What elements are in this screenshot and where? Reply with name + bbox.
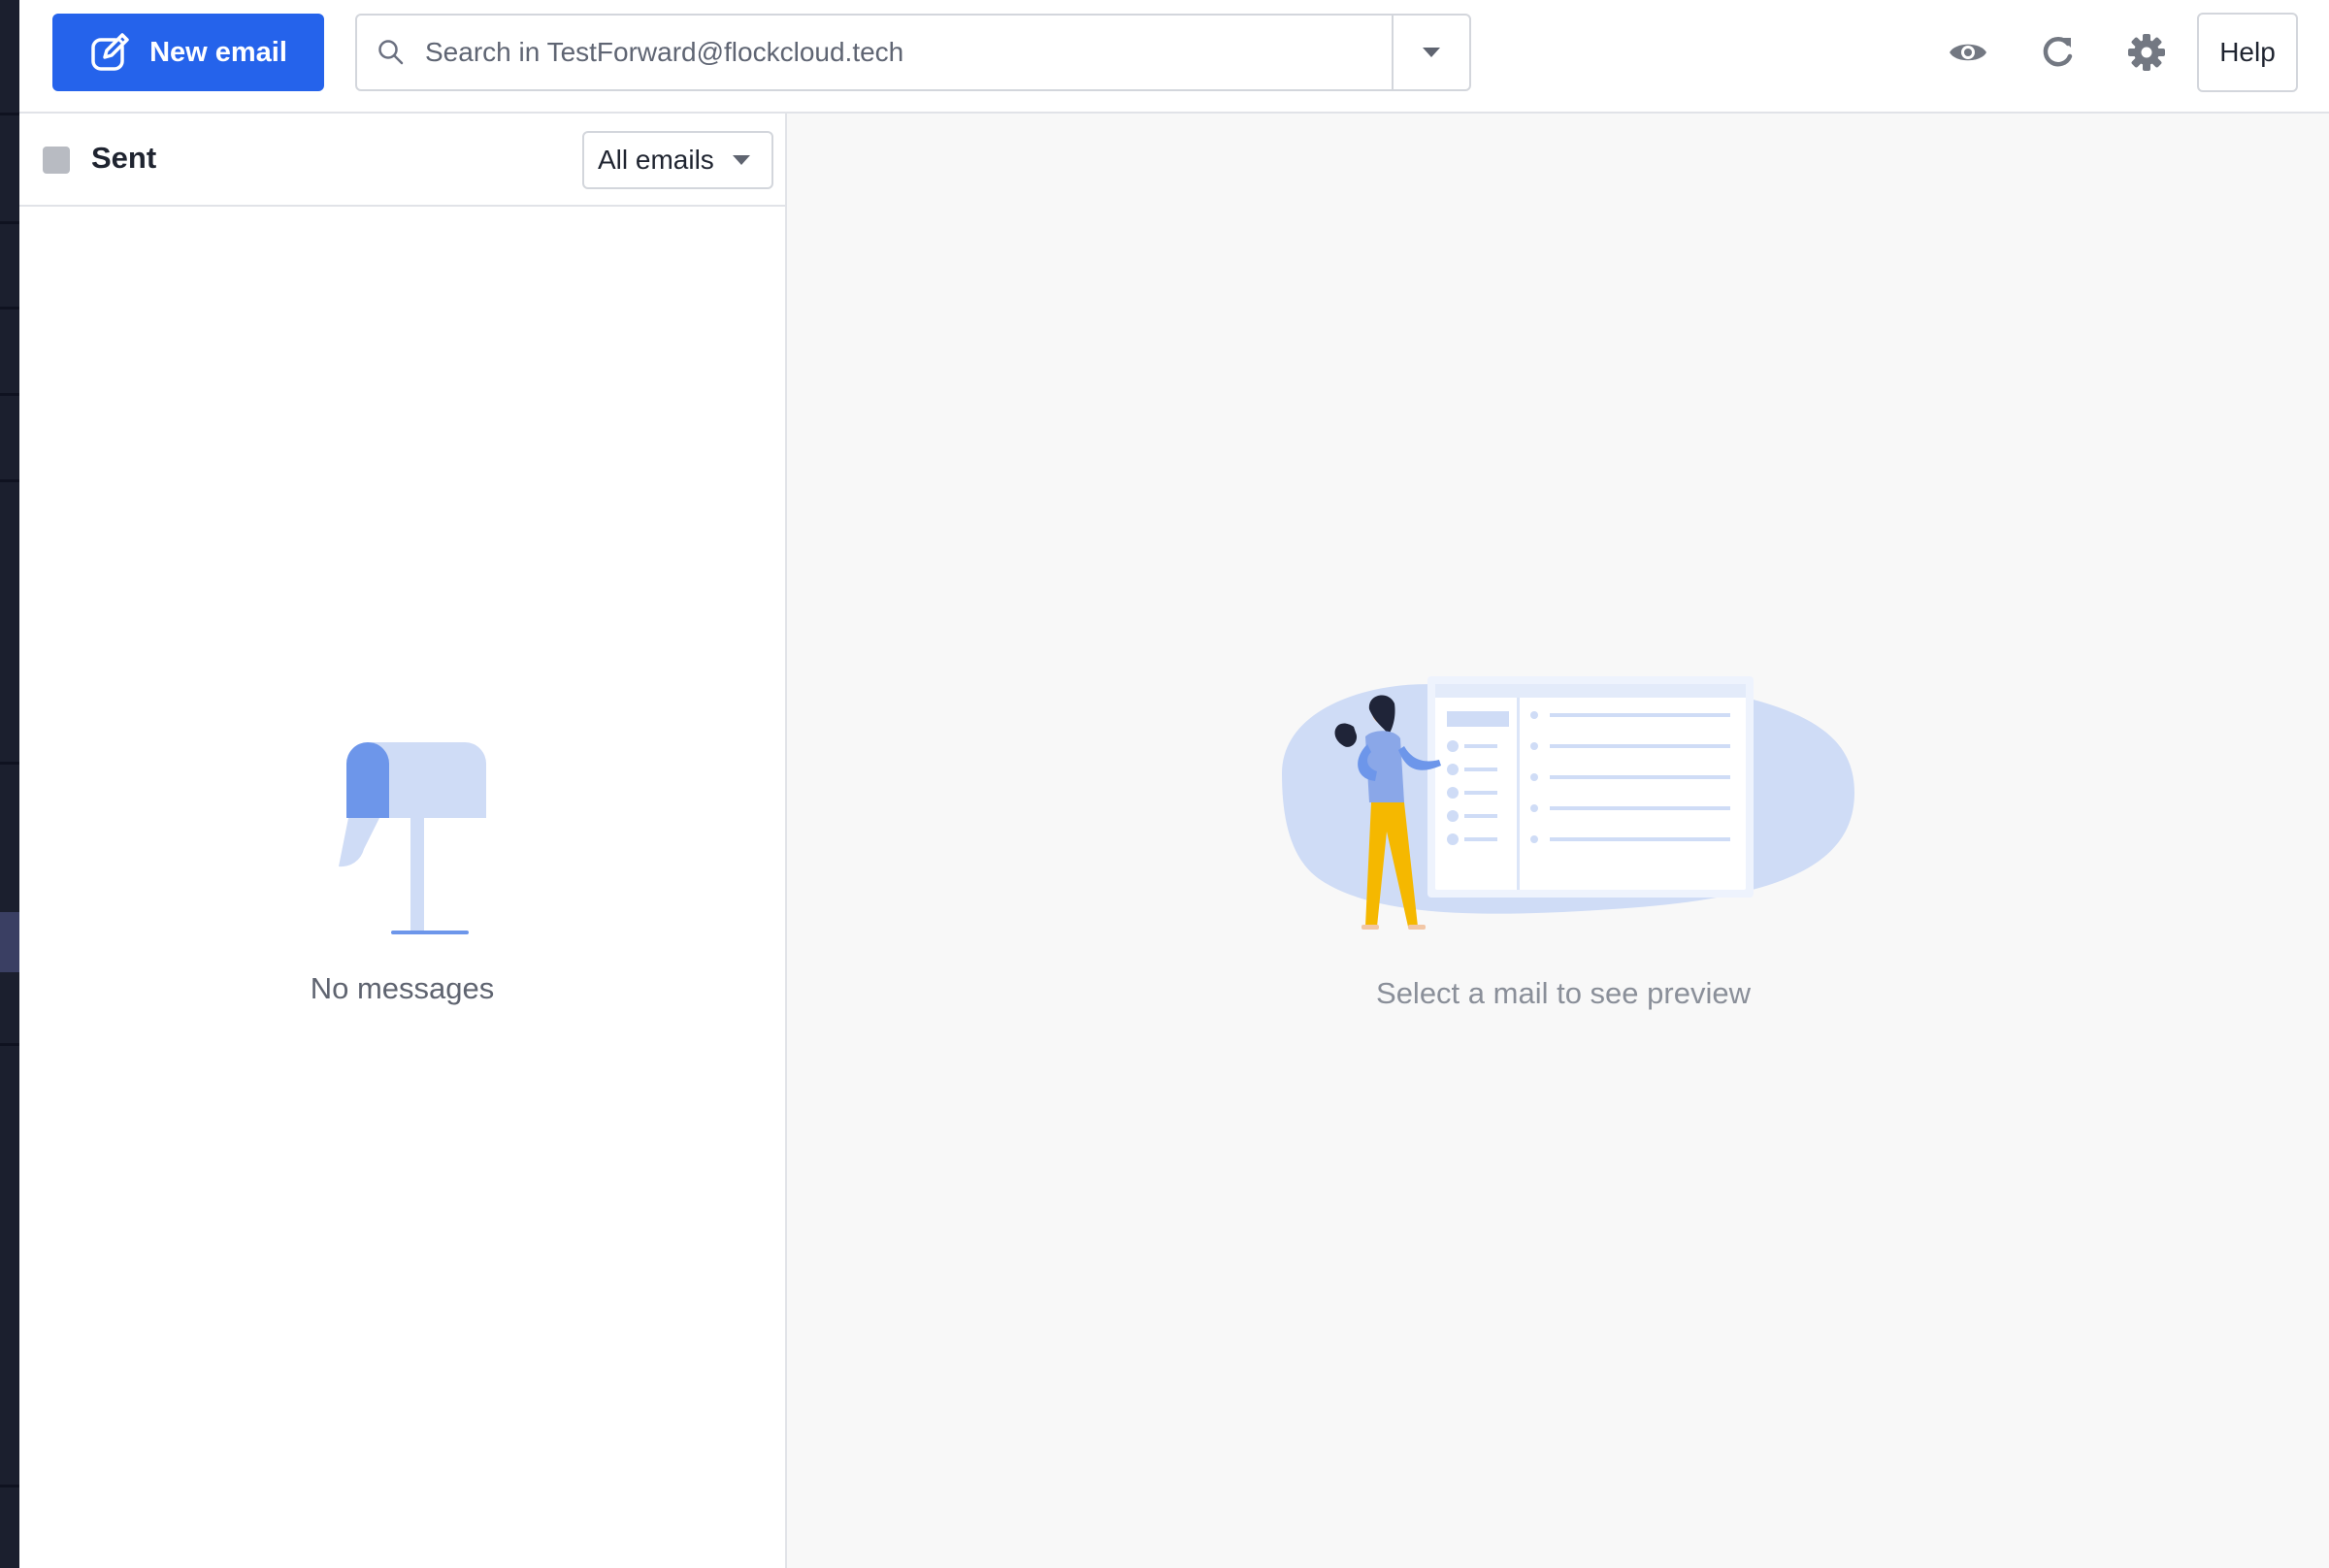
compose-icon xyxy=(91,33,129,71)
search-box xyxy=(355,14,1471,91)
empty-list-state: No messages xyxy=(19,735,785,1006)
nav-divider xyxy=(0,1043,19,1046)
gear-icon xyxy=(2128,34,2165,71)
message-list-pane: Sent All emails No messages xyxy=(19,114,787,1568)
empty-list-message: No messages xyxy=(310,971,495,1005)
nav-active-item[interactable] xyxy=(0,912,19,972)
eye-icon xyxy=(1950,44,1986,61)
nav-divider xyxy=(0,762,19,765)
folder-title: Sent xyxy=(91,141,157,175)
empty-preview-state: Select a mail to see preview xyxy=(1263,667,1864,1011)
settings-button[interactable] xyxy=(2119,25,2174,80)
filter-value: All emails xyxy=(598,145,714,175)
nav-divider xyxy=(0,113,19,115)
search-input[interactable] xyxy=(425,16,1392,89)
select-all-checkbox[interactable] xyxy=(43,147,70,174)
app-nav-strip xyxy=(0,0,19,1568)
mailbox-icon xyxy=(338,742,486,934)
help-button[interactable]: Help xyxy=(2197,13,2298,92)
caret-down-icon xyxy=(1423,48,1440,57)
nav-divider xyxy=(0,307,19,310)
reading-illustration xyxy=(1282,676,1854,930)
caret-down-icon xyxy=(732,155,750,165)
search-icon xyxy=(357,16,425,89)
empty-preview-message: Select a mail to see preview xyxy=(1376,976,1751,1010)
new-email-label: New email xyxy=(149,36,287,68)
preview-toggle-button[interactable] xyxy=(1941,25,1995,80)
new-email-button[interactable]: New email xyxy=(52,14,324,91)
list-header: Sent All emails xyxy=(19,114,785,207)
top-toolbar: New email Search in TestForward@flockclo… xyxy=(19,0,2329,114)
search-options-button[interactable] xyxy=(1392,16,1469,89)
refresh-button[interactable] xyxy=(2030,25,2084,80)
nav-divider xyxy=(0,221,19,224)
nav-divider xyxy=(0,479,19,482)
refresh-icon xyxy=(2043,36,2073,67)
nav-divider xyxy=(0,1485,19,1487)
preview-pane: Select a mail to see preview xyxy=(787,114,2329,1568)
email-filter-dropdown[interactable]: All emails xyxy=(582,131,773,189)
nav-divider xyxy=(0,393,19,396)
mail-app: New email Search in TestForward@flockclo… xyxy=(0,0,2329,1568)
